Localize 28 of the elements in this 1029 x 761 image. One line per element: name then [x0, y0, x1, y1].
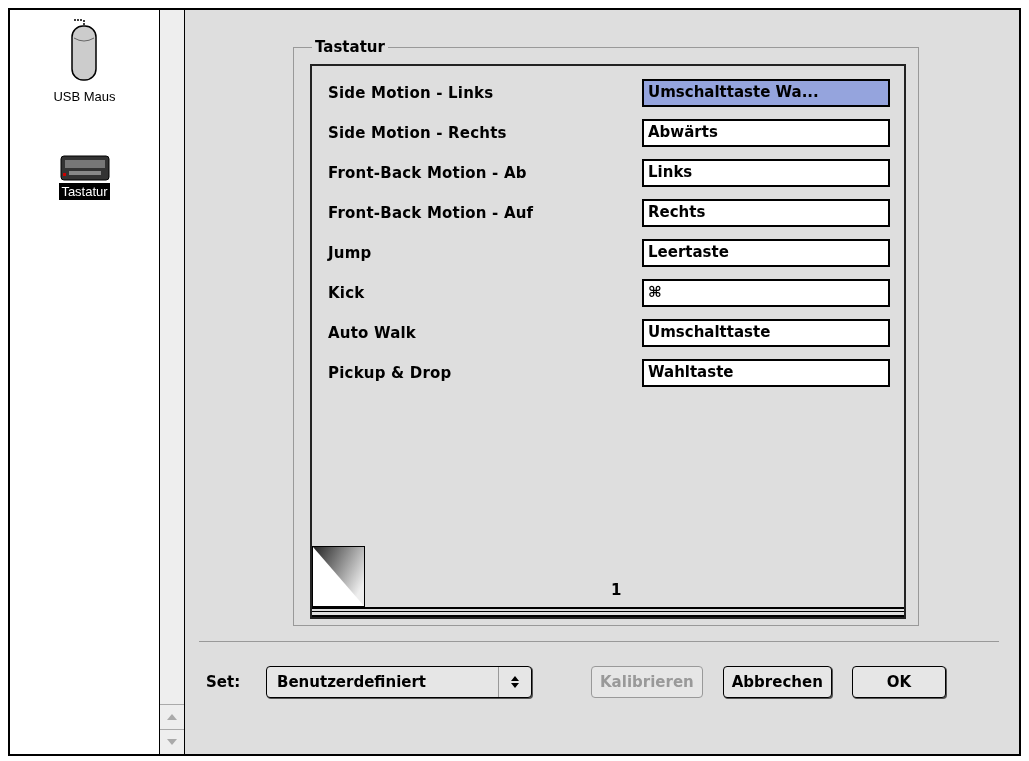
key-field[interactable]: Abwärts	[642, 119, 890, 147]
action-label: Pickup & Drop	[328, 364, 452, 382]
action-label: Side Motion - Links	[328, 84, 494, 102]
key-field[interactable]: Leertaste	[642, 239, 890, 267]
action-label: Front-Back Motion - Auf	[328, 204, 534, 222]
group-title: Tastatur	[314, 38, 386, 56]
set-popup[interactable]: Benutzerdefiniert	[266, 666, 532, 698]
updown-arrows-icon	[510, 675, 520, 689]
key-field[interactable]: Rechts	[642, 199, 890, 227]
dialog-button[interactable]: Abbrechen	[722, 666, 832, 698]
page-corner-icon[interactable]	[312, 546, 365, 607]
mouse-icon	[70, 18, 99, 82]
key-field[interactable]: Umschalttaste Wa...	[642, 79, 890, 107]
keyboard-icon	[59, 155, 110, 181]
key-field[interactable]: Links	[642, 159, 890, 187]
key-field[interactable]: ⌘	[642, 279, 890, 307]
action-label: Front-Back Motion - Ab	[328, 164, 527, 182]
set-label: Set:	[206, 673, 242, 691]
action-label: Kick	[328, 284, 365, 302]
key-field[interactable]: Umschalttaste	[642, 319, 890, 347]
action-label: Side Motion - Rechts	[328, 124, 507, 142]
key-field[interactable]: Wahltaste	[642, 359, 890, 387]
page-number: 1	[611, 581, 622, 599]
dialog-button[interactable]: OK	[851, 666, 946, 698]
action-label: Jump	[328, 244, 372, 262]
device-item[interactable]: Tastatur	[59, 183, 110, 200]
action-label: Auto Walk	[328, 324, 417, 342]
device-item[interactable]: USB Maus	[51, 88, 118, 105]
